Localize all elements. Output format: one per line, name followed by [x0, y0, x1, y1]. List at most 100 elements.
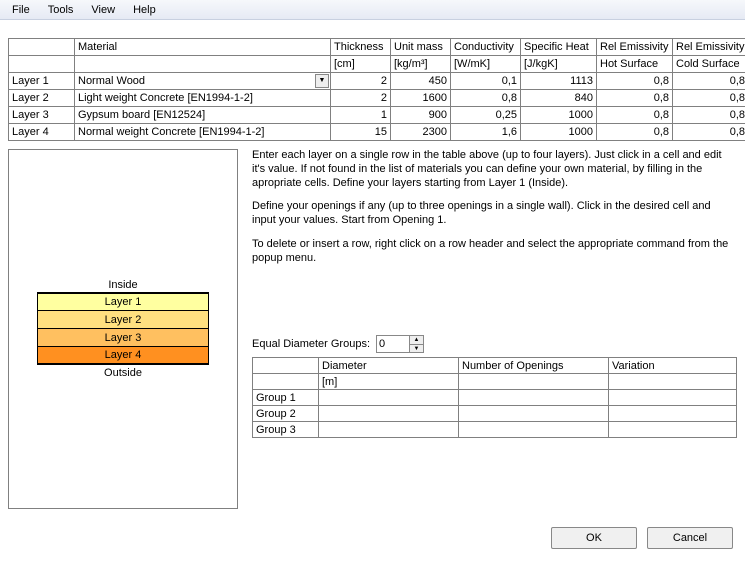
layer-diagram: Inside Layer 1 Layer 2 Layer 3 Layer 4 O…: [8, 149, 238, 509]
conductivity-cell[interactable]: 0,1: [451, 73, 521, 90]
row-header[interactable]: Layer 4: [9, 124, 75, 141]
ok-button[interactable]: OK: [551, 527, 637, 549]
equal-diameter-label: Equal Diameter Groups:: [252, 338, 370, 350]
instruction-p2: Define your openings if any (up to three…: [252, 200, 737, 228]
unit-material: [75, 56, 331, 73]
equal-diameter-input[interactable]: [377, 336, 409, 352]
instruction-p3: To delete or insert a row, right click o…: [252, 238, 737, 266]
menu-tools[interactable]: Tools: [40, 3, 82, 17]
variation-cell[interactable]: [609, 406, 737, 422]
numopen-cell[interactable]: [459, 406, 609, 422]
unit-specific-heat: [J/kgK]: [521, 56, 597, 73]
row-header[interactable]: Group 1: [253, 390, 319, 406]
col-rel-em-cold: Rel Emissivity: [673, 39, 745, 56]
open-blank: [253, 358, 319, 374]
label-outside: Outside: [37, 365, 209, 381]
col-unitmass: Unit mass: [391, 39, 451, 56]
specificheat-cell[interactable]: 1113: [521, 73, 597, 90]
material-cell[interactable]: Gypsum board [EN12524]: [75, 107, 331, 124]
col-specific-heat: Specific Heat: [521, 39, 597, 56]
unitmass-cell[interactable]: 450: [391, 73, 451, 90]
table-row: Group 3: [253, 422, 737, 438]
variation-cell[interactable]: [609, 390, 737, 406]
spinner-up-icon[interactable]: ▲: [410, 336, 423, 345]
relcold-cell[interactable]: 0,8: [673, 73, 745, 90]
specificheat-cell[interactable]: 1000: [521, 124, 597, 141]
table-row: Layer 1 Normal Wood ▼ 2 450 0,1 1113 0,8…: [9, 73, 745, 90]
unit-conductivity: [W/mK]: [451, 56, 521, 73]
material-text: Normal Wood: [78, 75, 145, 87]
relhot-cell[interactable]: 0,8: [597, 73, 673, 90]
row-unit-blank: [9, 56, 75, 73]
menu-help[interactable]: Help: [125, 3, 164, 17]
layers-table: Material Thickness Unit mass Conductivit…: [8, 38, 745, 141]
menu-view[interactable]: View: [83, 3, 123, 17]
relhot-cell[interactable]: 0,8: [597, 107, 673, 124]
spinner-down-icon[interactable]: ▼: [410, 345, 423, 353]
chevron-down-icon[interactable]: ▼: [315, 74, 329, 88]
col-conductivity: Conductivity: [451, 39, 521, 56]
menu-file[interactable]: File: [4, 3, 38, 17]
table-row: Group 2: [253, 406, 737, 422]
relhot-cell[interactable]: 0,8: [597, 124, 673, 141]
thickness-cell[interactable]: 2: [331, 90, 391, 107]
col-blank: [9, 39, 75, 56]
material-cell[interactable]: Normal Wood ▼: [75, 73, 331, 90]
row-header[interactable]: Layer 2: [9, 90, 75, 107]
col-rel-em-hot: Rel Emissivity: [597, 39, 673, 56]
row-header[interactable]: Group 2: [253, 406, 319, 422]
col-thickness: Thickness: [331, 39, 391, 56]
relhot-cell[interactable]: 0,8: [597, 90, 673, 107]
table-row: Layer 4 Normal weight Concrete [EN1994-1…: [9, 124, 745, 141]
diameter-cell[interactable]: [319, 406, 459, 422]
diameter-cell[interactable]: [319, 390, 459, 406]
conductivity-cell[interactable]: 0,25: [451, 107, 521, 124]
thickness-cell[interactable]: 1: [331, 107, 391, 124]
unit-cold-surface: Cold Surface: [673, 56, 745, 73]
open-col-numopen: Number of Openings: [459, 358, 609, 374]
unitmass-cell[interactable]: 900: [391, 107, 451, 124]
material-cell[interactable]: Light weight Concrete [EN1994-1-2]: [75, 90, 331, 107]
unitmass-cell[interactable]: 2300: [391, 124, 451, 141]
diagram-layer-3: Layer 3: [37, 328, 209, 347]
cancel-button[interactable]: Cancel: [647, 527, 733, 549]
conductivity-cell[interactable]: 0,8: [451, 90, 521, 107]
diagram-layer-1: Layer 1: [37, 292, 209, 311]
menubar: File Tools View Help: [0, 0, 745, 20]
unit-hot-surface: Hot Surface: [597, 56, 673, 73]
table-row: Layer 2 Light weight Concrete [EN1994-1-…: [9, 90, 745, 107]
instruction-p1: Enter each layer on a single row in the …: [252, 149, 737, 190]
open-unit-blank: [253, 374, 319, 390]
label-inside: Inside: [37, 277, 209, 293]
unitmass-cell[interactable]: 1600: [391, 90, 451, 107]
relcold-cell[interactable]: 0,8: [673, 90, 745, 107]
thickness-cell[interactable]: 2: [331, 73, 391, 90]
open-unit-diameter: [m]: [319, 374, 459, 390]
thickness-cell[interactable]: 15: [331, 124, 391, 141]
equal-diameter-spinner[interactable]: ▲ ▼: [376, 335, 424, 353]
dialog-footer: OK Cancel: [0, 517, 745, 561]
row-header[interactable]: Group 3: [253, 422, 319, 438]
relcold-cell[interactable]: 0,8: [673, 124, 745, 141]
instructions: Enter each layer on a single row in the …: [252, 149, 737, 275]
unit-thickness: [cm]: [331, 56, 391, 73]
specificheat-cell[interactable]: 1000: [521, 107, 597, 124]
row-header[interactable]: Layer 1: [9, 73, 75, 90]
row-header[interactable]: Layer 3: [9, 107, 75, 124]
variation-cell[interactable]: [609, 422, 737, 438]
table-row: Layer 3 Gypsum board [EN12524] 1 900 0,2…: [9, 107, 745, 124]
diagram-layer-2: Layer 2: [37, 310, 209, 329]
conductivity-cell[interactable]: 1,6: [451, 124, 521, 141]
col-material: Material: [75, 39, 331, 56]
material-cell[interactable]: Normal weight Concrete [EN1994-1-2]: [75, 124, 331, 141]
numopen-cell[interactable]: [459, 422, 609, 438]
open-unit-variation: [609, 374, 737, 390]
diameter-cell[interactable]: [319, 422, 459, 438]
openings-table: Diameter Number of Openings Variation [m…: [252, 357, 737, 438]
numopen-cell[interactable]: [459, 390, 609, 406]
specificheat-cell[interactable]: 840: [521, 90, 597, 107]
diagram-layer-4: Layer 4: [37, 346, 209, 365]
unit-unitmass: [kg/m³]: [391, 56, 451, 73]
open-col-variation: Variation: [609, 358, 737, 374]
relcold-cell[interactable]: 0,8: [673, 107, 745, 124]
